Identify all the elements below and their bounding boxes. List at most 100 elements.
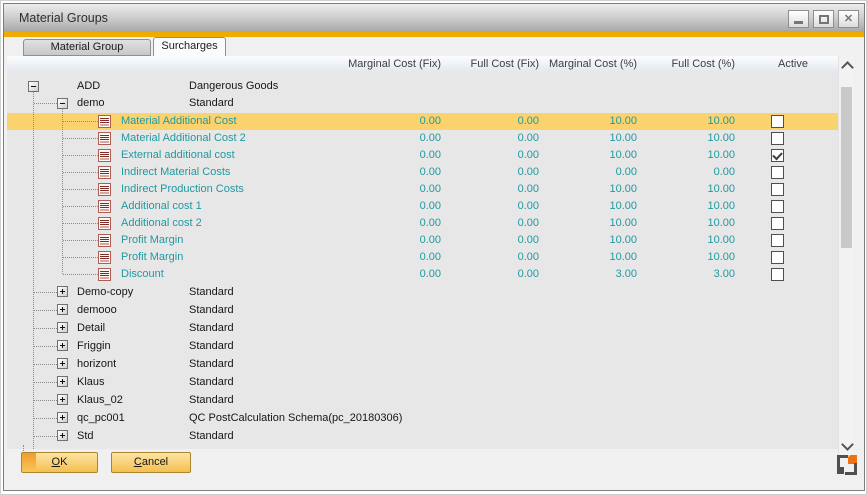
expander-icon[interactable] bbox=[57, 304, 68, 315]
active-checkbox[interactable] bbox=[771, 115, 784, 128]
surcharge-name[interactable]: Indirect Production Costs bbox=[121, 181, 244, 198]
surcharge-row[interactable]: Profit Margin0.000.0010.0010.00 bbox=[7, 232, 838, 249]
marginal-cost-pct-value[interactable]: 10.00 bbox=[537, 198, 637, 215]
surcharge-row[interactable]: Indirect Material Costs0.000.000.000.00 bbox=[7, 164, 838, 181]
ok-button[interactable]: OK bbox=[21, 452, 98, 473]
close-button[interactable]: ✕ bbox=[838, 10, 859, 28]
active-checkbox[interactable] bbox=[771, 200, 784, 213]
active-checkbox[interactable] bbox=[771, 183, 784, 196]
surcharge-name[interactable]: Profit Margin bbox=[121, 232, 183, 249]
tab-surcharges[interactable]: Surcharges bbox=[153, 37, 226, 56]
marginal-cost-fix-value[interactable]: 0.00 bbox=[341, 181, 441, 198]
full-cost-pct-value[interactable]: 10.00 bbox=[635, 130, 735, 147]
active-checkbox[interactable] bbox=[771, 166, 784, 179]
expander-icon[interactable] bbox=[57, 376, 68, 387]
full-cost-pct-value[interactable]: 10.00 bbox=[635, 147, 735, 164]
tree-row-group[interactable]: Demo-copyStandard bbox=[7, 283, 838, 301]
tree-row-group[interactable]: Klaus_02Standard bbox=[7, 391, 838, 409]
marginal-cost-fix-value[interactable]: 0.00 bbox=[341, 215, 441, 232]
marginal-cost-pct-value[interactable]: 10.00 bbox=[537, 113, 637, 130]
marginal-cost-pct-value[interactable]: 10.00 bbox=[537, 130, 637, 147]
tree-row-group[interactable]: DetailStandard bbox=[7, 319, 838, 337]
scroll-down-icon[interactable] bbox=[841, 438, 854, 451]
tab-material-group[interactable]: Material Group bbox=[23, 39, 151, 56]
tree-row-group[interactable]: KlausStandard bbox=[7, 373, 838, 391]
marginal-cost-fix-value[interactable]: 0.00 bbox=[341, 147, 441, 164]
surcharge-name[interactable]: Material Additional Cost 2 bbox=[121, 130, 246, 147]
active-checkbox[interactable] bbox=[771, 234, 784, 247]
marginal-cost-fix-value[interactable]: 0.00 bbox=[341, 198, 441, 215]
surcharge-name[interactable]: Material Additional Cost bbox=[121, 113, 237, 130]
active-checkbox[interactable] bbox=[771, 251, 784, 264]
marginal-cost-pct-value[interactable]: 3.00 bbox=[537, 266, 637, 283]
surcharge-name[interactable]: External additional cost bbox=[121, 147, 235, 164]
surcharge-row[interactable]: Profit Margin0.000.0010.0010.00 bbox=[7, 249, 838, 266]
full-cost-fix-value[interactable]: 0.00 bbox=[439, 215, 539, 232]
full-cost-pct-value[interactable]: 0.00 bbox=[635, 164, 735, 181]
marginal-cost-pct-value[interactable]: 10.00 bbox=[537, 215, 637, 232]
marginal-cost-fix-value[interactable]: 0.00 bbox=[341, 266, 441, 283]
full-cost-pct-value[interactable]: 3.00 bbox=[635, 266, 735, 283]
expander-icon[interactable] bbox=[57, 286, 68, 297]
marginal-cost-pct-value[interactable]: 10.00 bbox=[537, 249, 637, 266]
full-cost-fix-value[interactable]: 0.00 bbox=[439, 198, 539, 215]
surcharge-name[interactable]: Profit Margin bbox=[121, 249, 183, 266]
scroll-up-icon[interactable] bbox=[841, 61, 854, 74]
expander-icon[interactable] bbox=[57, 412, 68, 423]
marginal-cost-fix-value[interactable]: 0.00 bbox=[341, 113, 441, 130]
full-cost-pct-value[interactable]: 10.00 bbox=[635, 198, 735, 215]
marginal-cost-fix-value[interactable]: 0.00 bbox=[341, 130, 441, 147]
minimize-button[interactable] bbox=[788, 10, 809, 28]
tree-row-group[interactable]: StdStandard bbox=[7, 427, 838, 445]
expander-icon[interactable] bbox=[57, 394, 68, 405]
expander-icon[interactable] bbox=[57, 322, 68, 333]
expander-icon[interactable] bbox=[57, 98, 68, 109]
marginal-cost-fix-value[interactable]: 0.00 bbox=[341, 249, 441, 266]
form-resize-icon[interactable] bbox=[837, 455, 857, 475]
expander-icon[interactable] bbox=[57, 358, 68, 369]
marginal-cost-pct-value[interactable]: 10.00 bbox=[537, 147, 637, 164]
marginal-cost-pct-value[interactable]: 10.00 bbox=[537, 232, 637, 249]
surcharge-row[interactable]: Discount0.000.003.003.00 bbox=[7, 266, 838, 283]
surcharge-name[interactable]: Additional cost 2 bbox=[121, 215, 202, 232]
surcharge-row[interactable]: External additional cost0.000.0010.0010.… bbox=[7, 147, 838, 164]
surcharge-row[interactable]: Material Additional Cost 20.000.0010.001… bbox=[7, 130, 838, 147]
surcharge-name[interactable]: Discount bbox=[121, 266, 164, 283]
surcharge-name[interactable]: Additional cost 1 bbox=[121, 198, 202, 215]
full-cost-fix-value[interactable]: 0.00 bbox=[439, 249, 539, 266]
active-checkbox[interactable] bbox=[771, 217, 784, 230]
full-cost-fix-value[interactable]: 0.00 bbox=[439, 130, 539, 147]
full-cost-fix-value[interactable]: 0.00 bbox=[439, 113, 539, 130]
surcharge-row[interactable]: Indirect Production Costs0.000.0010.0010… bbox=[7, 181, 838, 198]
full-cost-pct-value[interactable]: 10.00 bbox=[635, 249, 735, 266]
surcharge-row[interactable]: Additional cost 10.000.0010.0010.00 bbox=[7, 198, 838, 215]
tree-row-group[interactable]: horizontStandard bbox=[7, 355, 838, 373]
tree-row-group[interactable]: FrigginStandard bbox=[7, 337, 838, 355]
tree-row-root[interactable]: ADDDangerous Goods bbox=[7, 78, 838, 95]
expander-icon[interactable] bbox=[57, 430, 68, 441]
maximize-button[interactable] bbox=[813, 10, 834, 28]
surcharge-row[interactable]: Additional cost 20.000.0010.0010.00 bbox=[7, 215, 838, 232]
full-cost-fix-value[interactable]: 0.00 bbox=[439, 164, 539, 181]
full-cost-fix-value[interactable]: 0.00 bbox=[439, 232, 539, 249]
active-checkbox[interactable] bbox=[771, 149, 784, 162]
marginal-cost-fix-value[interactable]: 0.00 bbox=[341, 232, 441, 249]
tree-row-group[interactable]: qc_pc001QC PostCalculation Schema(pc_201… bbox=[7, 409, 838, 427]
full-cost-pct-value[interactable]: 10.00 bbox=[635, 181, 735, 198]
surcharge-row[interactable]: Material Additional Cost0.000.0010.0010.… bbox=[7, 113, 838, 130]
tree-row-group[interactable]: demoooStandard bbox=[7, 301, 838, 319]
full-cost-pct-value[interactable]: 10.00 bbox=[635, 232, 735, 249]
full-cost-fix-value[interactable]: 0.00 bbox=[439, 147, 539, 164]
full-cost-pct-value[interactable]: 10.00 bbox=[635, 113, 735, 130]
window-titlebar[interactable]: Material Groups bbox=[4, 4, 864, 32]
expander-icon[interactable] bbox=[28, 81, 39, 92]
surcharge-name[interactable]: Indirect Material Costs bbox=[121, 164, 230, 181]
full-cost-pct-value[interactable]: 10.00 bbox=[635, 215, 735, 232]
full-cost-fix-value[interactable]: 0.00 bbox=[439, 181, 539, 198]
expander-icon[interactable] bbox=[57, 340, 68, 351]
cancel-button[interactable]: Cancel bbox=[111, 452, 191, 473]
vertical-scrollbar[interactable] bbox=[838, 56, 854, 456]
marginal-cost-fix-value[interactable]: 0.00 bbox=[341, 164, 441, 181]
marginal-cost-pct-value[interactable]: 10.00 bbox=[537, 181, 637, 198]
marginal-cost-pct-value[interactable]: 0.00 bbox=[537, 164, 637, 181]
